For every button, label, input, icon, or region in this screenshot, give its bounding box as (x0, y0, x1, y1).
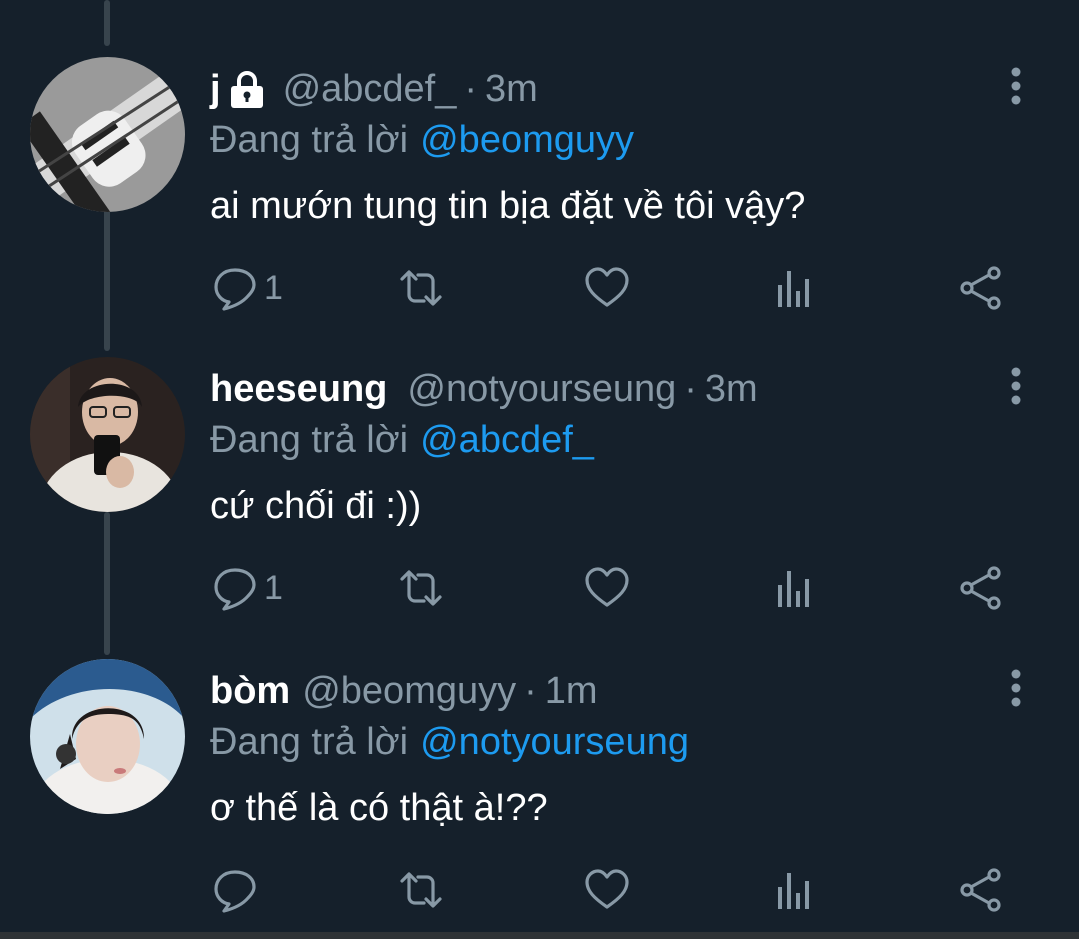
replying-prefix: Đang trả lời (210, 419, 409, 461)
speech-bubble-icon (214, 268, 256, 311)
replying-to: Đang trả lời @abcdef_ (210, 412, 594, 468)
display-name[interactable]: j (210, 61, 221, 117)
display-name[interactable]: bòm (210, 663, 290, 719)
tweet-text: cứ chối đi :)) (210, 485, 422, 527)
tweet-3[interactable]: bòm @beomguyy · 1m Đang trả lời @notyours… (0, 610, 1079, 913)
tweet-1[interactable]: j @abcdef_ · 3m Đang trả lời @beomguyy ai… (0, 8, 1079, 311)
reply-button[interactable]: 1 (212, 560, 283, 616)
share-icon (960, 868, 1001, 912)
bar-chart-icon (778, 271, 809, 307)
vertical-dots-icon[interactable] (1000, 668, 1032, 708)
timestamp[interactable]: 3m (485, 61, 538, 117)
display-name[interactable]: heeseung (210, 361, 387, 417)
user-handle[interactable]: @abcdef_ (283, 61, 457, 117)
action-bar: 1 (0, 560, 1079, 616)
tweet-header: heeseung @notyourseung · 3m (210, 361, 758, 417)
tweet-2[interactable]: heeseung @notyourseung · 3m Đang trả lời… (0, 308, 1079, 611)
bar-chart-icon (778, 571, 809, 607)
analytics-button[interactable] (772, 560, 818, 616)
replying-to: Đang trả lời @notyourseung (210, 714, 689, 770)
retweet-button[interactable] (398, 862, 444, 918)
tweet-header: j @abcdef_ · 3m (210, 61, 538, 117)
reply-count: 1 (264, 568, 283, 607)
analytics-button[interactable] (772, 862, 818, 918)
reply-mention[interactable]: @notyourseung (420, 721, 689, 763)
user-handle[interactable]: @beomguyy (302, 663, 516, 719)
bottom-divider (0, 932, 1079, 939)
action-bar (0, 862, 1079, 918)
separator-dot: · (684, 368, 697, 410)
speech-bubble-icon (214, 568, 256, 611)
retweet-button[interactable] (398, 560, 444, 616)
vertical-dots-icon[interactable] (1000, 366, 1032, 406)
replying-prefix: Đang trả lời (210, 721, 409, 763)
separator-dot: · (524, 670, 537, 712)
reply-mention[interactable]: @beomguyy (420, 119, 634, 161)
avatar-portrait-image (30, 659, 185, 814)
bar-chart-icon (778, 873, 809, 909)
tweet-text: ai mướn tung tin bịa đặt về tôi vậy? (210, 185, 806, 227)
reply-button[interactable] (212, 862, 264, 918)
separator-dot: · (464, 68, 478, 110)
like-button[interactable] (584, 862, 630, 918)
retweet-icon (400, 270, 442, 306)
reply-mention[interactable]: @abcdef_ (420, 419, 594, 461)
vertical-dots-icon[interactable] (1000, 66, 1032, 106)
avatar-selfie-image (30, 357, 185, 512)
share-icon (960, 266, 1001, 310)
avatar[interactable] (30, 357, 185, 512)
speech-bubble-icon (214, 870, 256, 913)
tweet-header: bòm @beomguyy · 1m (210, 663, 598, 719)
heart-icon (585, 567, 629, 607)
share-button[interactable] (958, 560, 1004, 616)
tweet-text: ơ thế là có thật à!?? (210, 787, 548, 829)
replying-prefix: Đang trả lời (210, 119, 409, 161)
timestamp[interactable]: 1m (545, 663, 598, 719)
share-icon (960, 566, 1001, 610)
heart-icon (585, 869, 629, 909)
retweet-icon (400, 872, 442, 908)
avatar[interactable] (30, 659, 185, 814)
heart-icon (585, 267, 629, 307)
avatar-guitar-image (30, 57, 185, 212)
replying-to: Đang trả lời @beomguyy (210, 112, 634, 168)
share-button[interactable] (958, 862, 1004, 918)
lock-icon (230, 71, 263, 108)
timestamp[interactable]: 3m (705, 361, 758, 417)
user-handle[interactable]: @notyourseung (407, 361, 676, 417)
reply-count: 1 (264, 268, 283, 307)
like-button[interactable] (584, 560, 630, 616)
avatar[interactable] (30, 57, 185, 212)
retweet-icon (400, 570, 442, 606)
